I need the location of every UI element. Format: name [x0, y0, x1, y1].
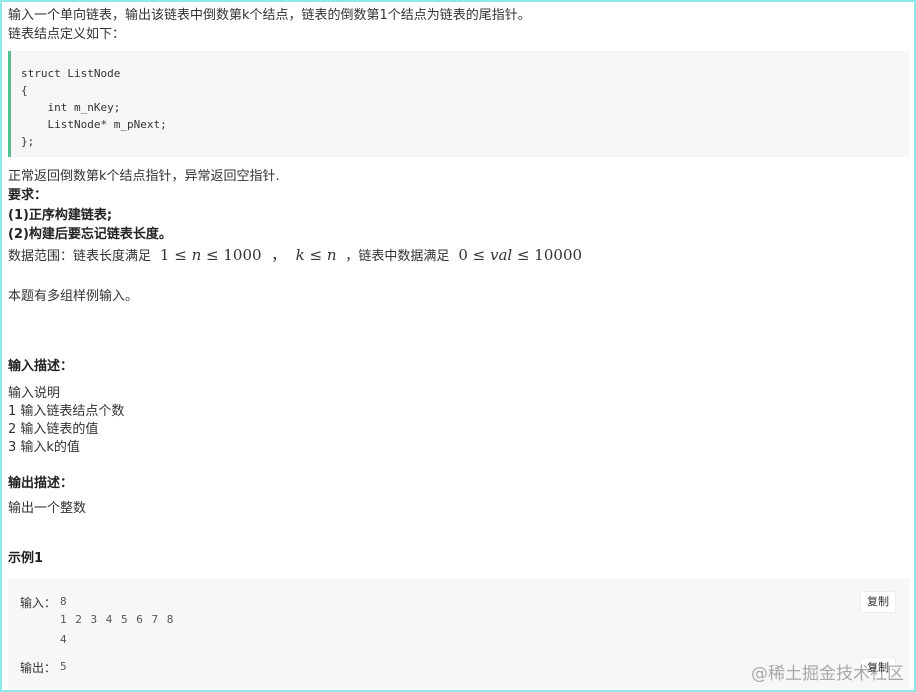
example-output-label: 输出：: [20, 661, 57, 675]
code-line: ListNode* m_pNext;: [21, 118, 167, 131]
data-range-mid: ，链表中数据满足: [345, 249, 450, 264]
intro-line-2: 链表结点定义如下：: [8, 27, 126, 42]
requirement-1: (1)正序构建链表;: [8, 208, 113, 223]
input-desc-line: 输入说明: [8, 386, 61, 401]
input-desc-line: 2 输入链表的值: [8, 422, 99, 437]
input-desc-title: 输入描述：: [8, 359, 74, 374]
intro-line-1: 输入一个单向链表，输出该链表中倒数第k个结点，链表的倒数第1个结点为链表的尾指针…: [8, 8, 531, 23]
example-input-value: 1 2 3 4 5 6 7 8: [60, 613, 174, 626]
watermark: @稀土掘金技术社区: [751, 664, 904, 684]
input-desc-line: 3 输入k的值: [8, 440, 80, 455]
code-line: {: [21, 84, 28, 97]
example-input-label: 输入：: [20, 596, 57, 610]
input-desc-line: 1 输入链表结点个数: [8, 404, 125, 419]
length-constraint: 1 ≤ n ≤ 1000 ， k ≤ n: [155, 246, 337, 264]
code-line: int m_nKey;: [21, 101, 121, 114]
code-block: struct ListNode { int m_nKey; ListNode* …: [8, 51, 909, 157]
page-frame: 输入一个单向链表，输出该链表中倒数第k个结点，链表的倒数第1个结点为链表的尾指针…: [0, 0, 916, 692]
requirement-2: (2)构建后要忘记链表长度。: [8, 227, 172, 242]
example-title: 示例1: [8, 551, 44, 566]
example-input-value: 8: [60, 595, 67, 608]
example-output-value: 5: [60, 660, 67, 673]
return-note: 正常返回倒数第k个结点指针，异常返回空指针.: [8, 169, 280, 184]
output-desc-title: 输出描述：: [8, 476, 74, 491]
code-line: struct ListNode: [21, 67, 121, 80]
requirements-title: 要求：: [8, 188, 48, 203]
value-constraint: 0 ≤ val ≤ 10000: [453, 246, 583, 264]
code-line: };: [21, 135, 35, 148]
example-input-value: 4: [60, 633, 67, 646]
code-text: struct ListNode { int m_nKey; ListNode* …: [21, 65, 167, 150]
data-range: 数据范围：链表长度满足 1 ≤ n ≤ 1000 ， k ≤ n ，链表中数据满…: [8, 246, 582, 266]
data-range-prefix: 数据范围：链表长度满足: [8, 249, 152, 264]
output-desc-line: 输出一个整数: [8, 501, 87, 516]
multi-case-note: 本题有多组样例输入。: [8, 289, 139, 304]
copy-input-button[interactable]: 复制: [860, 591, 896, 613]
